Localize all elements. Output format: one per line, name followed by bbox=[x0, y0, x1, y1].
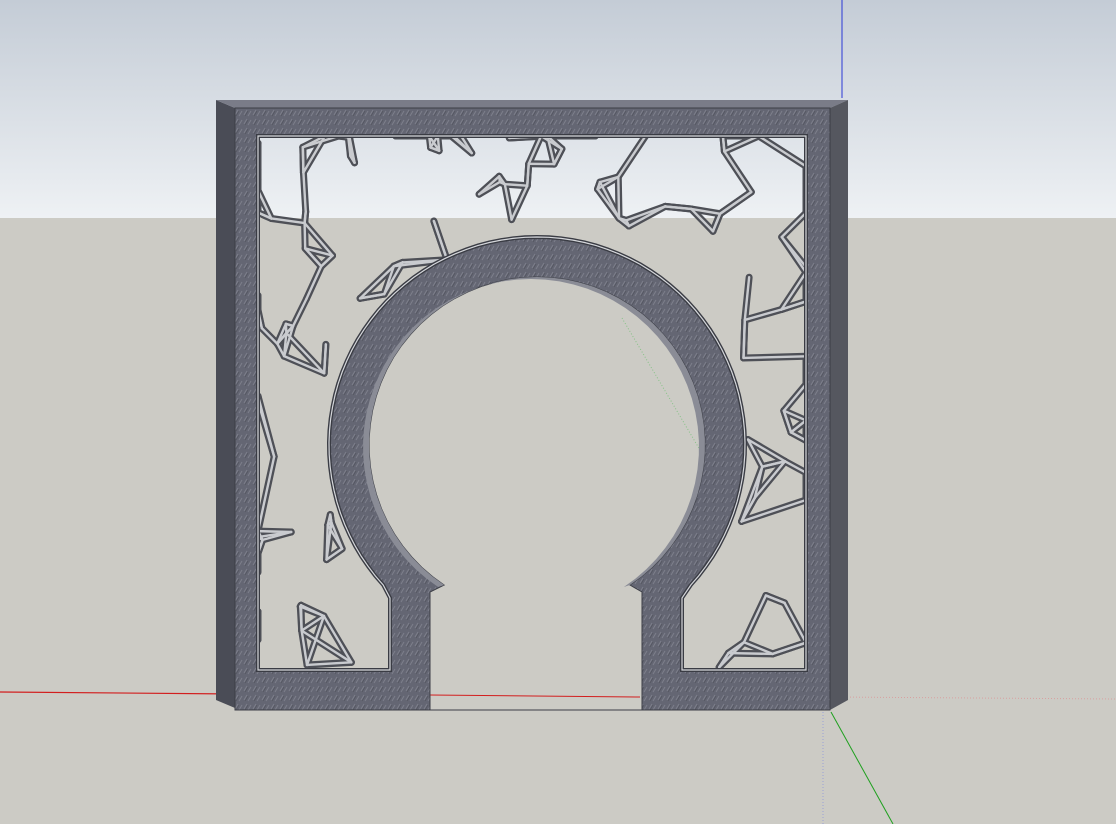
lattice-bar-highlight bbox=[503, 182, 529, 187]
lattice-bar-highlight bbox=[721, 136, 726, 153]
lattice-bar-highlight bbox=[329, 513, 333, 524]
lattice-bar-highlight bbox=[727, 651, 774, 656]
sketchup-viewport[interactable] bbox=[0, 0, 1116, 824]
lattice-bar-highlight bbox=[322, 343, 328, 375]
lattice-bar-highlight bbox=[301, 146, 305, 174]
frame-side-face bbox=[216, 100, 235, 708]
lattice-bar-highlight bbox=[303, 221, 307, 250]
lattice-bar-highlight bbox=[299, 605, 303, 632]
ground bbox=[0, 218, 1116, 824]
lattice-bar-highlight bbox=[526, 162, 530, 187]
lattice-bar-highlight bbox=[617, 175, 621, 220]
model-viewport[interactable] bbox=[0, 0, 1116, 824]
frame-top-face bbox=[216, 100, 848, 108]
frame-right-face bbox=[830, 100, 848, 710]
lattice-bar-highlight bbox=[742, 318, 746, 360]
lattice-bar-highlight bbox=[742, 355, 806, 360]
lattice-bar-highlight bbox=[303, 210, 307, 225]
